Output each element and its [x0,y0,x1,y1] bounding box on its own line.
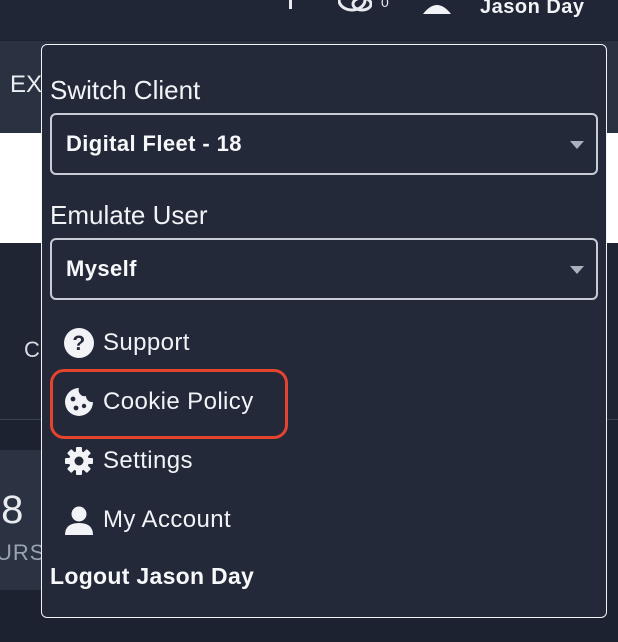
user-name[interactable]: Jason Day [480,0,585,19]
svg-text:?: ? [72,332,85,355]
menu-item-settings[interactable]: Settings [64,441,193,481]
emulate-user-label: Emulate User [50,200,208,230]
question-circle-icon: ? [64,328,94,358]
flag-icon[interactable] [289,0,299,9]
stat-label: URS [0,540,46,565]
chevron-down-icon [570,141,584,149]
logout-link[interactable]: Logout Jason Day [50,563,254,590]
menu-item-support[interactable]: ? Support [64,323,190,363]
menu-item-label: Support [103,329,190,356]
switch-client-label: Switch Client [50,75,201,105]
emulate-user-value: Myself [66,256,137,281]
switch-client-value: Digital Fleet - 18 [66,131,242,156]
chat-icon[interactable] [338,0,372,12]
stat-value: .8 [0,488,24,532]
gear-icon [64,446,94,476]
top-bar: 0 Jason Day [0,0,618,40]
menu-item-label: My Account [103,506,232,533]
menu-item-cookie-policy[interactable]: Cookie Policy [64,382,254,422]
menu-item-label: Cookie Policy [103,388,254,415]
user-dropdown-menu: Switch Client Digital Fleet - 18 Emulate… [41,44,607,618]
page: 0 Jason Day EX C .8 URS Switch Client Di… [0,0,618,642]
user-icon [64,505,94,535]
menu-item-label: Settings [103,447,193,474]
section-label: EX [10,71,43,98]
chat-count-badge: 0 [381,0,389,10]
emulate-user-select[interactable]: Myself [50,238,598,300]
chevron-down-icon [570,266,584,274]
user-avatar-icon[interactable] [420,0,454,14]
menu-item-my-account[interactable]: My Account [64,500,231,540]
switch-client-select[interactable]: Digital Fleet - 18 [50,113,598,175]
cookie-icon [64,387,94,417]
row-label: C [24,337,40,362]
